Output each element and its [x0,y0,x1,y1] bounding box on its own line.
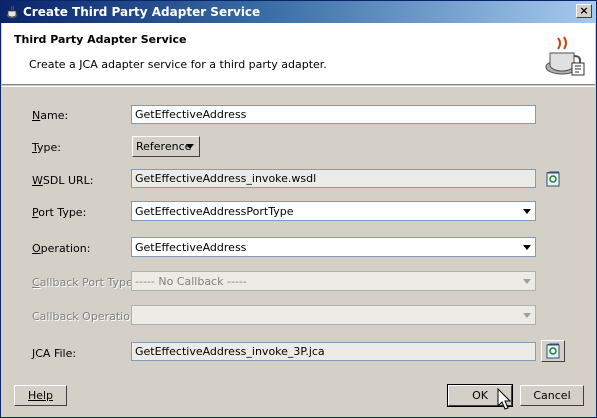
name-label: Name: [32,109,69,122]
coffee-cup-icon [6,5,18,19]
callback-port-type-value: ----- No Callback ----- [135,275,247,288]
jca-browse-icon [546,343,560,359]
name-input[interactable]: GetEffectiveAddress [131,105,536,124]
close-icon: × [579,4,589,17]
chevron-down-icon [523,209,531,214]
jca-file-field[interactable]: GetEffectiveAddress_invoke_3P.jca [131,342,536,361]
help-button[interactable]: Help [14,385,67,406]
close-button[interactable]: × [576,4,592,18]
operation-select[interactable]: GetEffectiveAddress [131,237,536,257]
form-area [2,86,595,373]
type-label: Type: [32,141,61,154]
wsdl-browse-icon[interactable] [545,171,561,187]
port-type-value: GetEffectiveAddressPortType [135,205,294,218]
port-type-label: Port Type: [32,206,87,219]
wsdl-url-label: WSDL URL: [32,174,94,187]
header-panel: Third Party Adapter Service Create a JCA… [2,23,595,85]
coffee-cup-adapter-icon [545,36,585,76]
port-type-select[interactable]: GetEffectiveAddressPortType [131,201,536,221]
operation-value: GetEffectiveAddress [135,241,247,254]
title-bar[interactable]: Create Third Party Adapter Service × [1,1,596,23]
chevron-down-icon [523,279,531,284]
jca-browse-button[interactable] [541,340,565,362]
jca-file-label: JCA File: [32,347,77,360]
cancel-button[interactable]: Cancel [520,385,584,406]
header-description: Create a JCA adapter service for a third… [29,58,327,71]
wsdl-url-field[interactable]: GetEffectiveAddress_invoke.wsdl [131,169,536,188]
type-value: Reference [136,140,192,153]
callback-port-type-label: Callback Port Type: [32,276,137,289]
window-title: Create Third Party Adapter Service [23,5,261,19]
dialog-window: Create Third Party Adapter Service × Thi… [0,0,597,418]
header-title: Third Party Adapter Service [14,33,187,46]
callback-port-type-select[interactable]: ----- No Callback ----- [131,271,536,291]
operation-label: Operation: [32,242,91,255]
chevron-down-icon [523,313,531,318]
mouse-pointer-icon [497,388,512,410]
callback-operation-select[interactable] [131,305,536,325]
chevron-down-icon [523,245,531,250]
callback-operation-label: Callback Operation: [32,310,141,323]
chevron-down-icon [186,144,194,149]
type-dropdown[interactable]: Reference [132,136,200,157]
